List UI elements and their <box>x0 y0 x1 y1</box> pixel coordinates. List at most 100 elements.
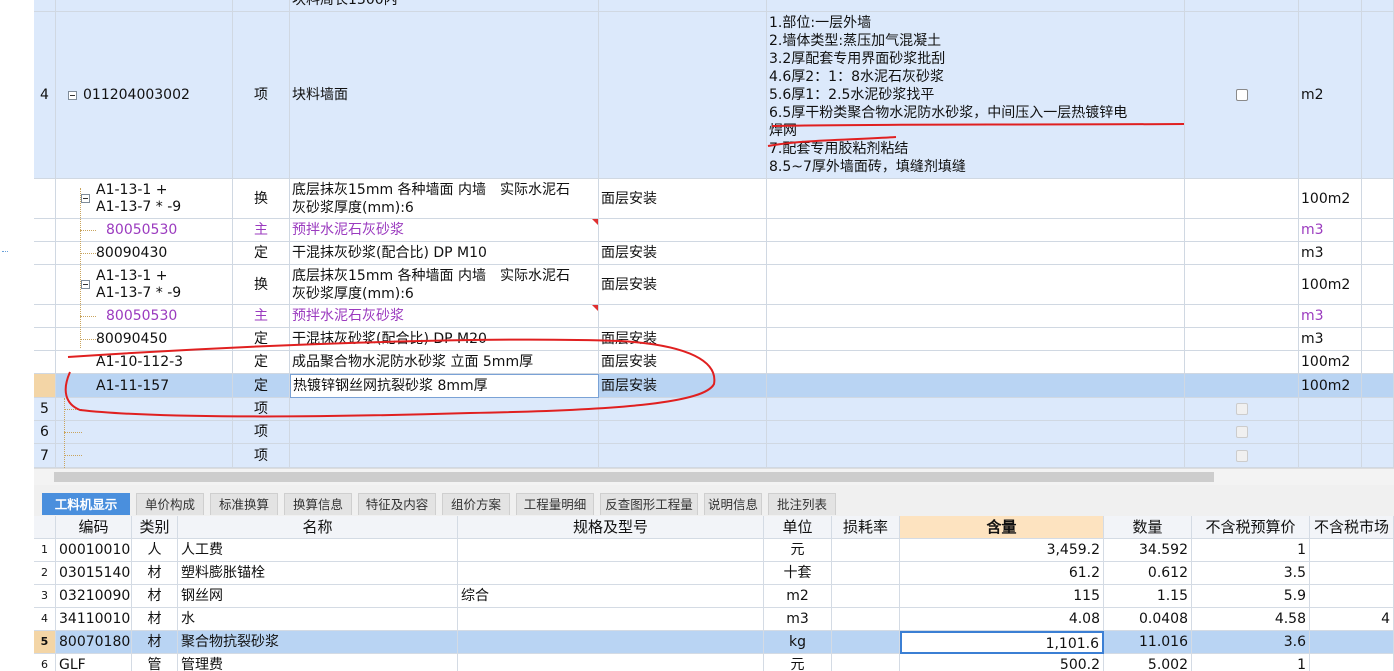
tab-2[interactable]: 单价构成 <box>136 493 204 515</box>
cell-unit[interactable]: kg <box>764 631 832 654</box>
cell-unit[interactable]: m2 <box>764 585 832 608</box>
tab-9[interactable]: 说明信息 <box>704 493 762 515</box>
cell-market-price[interactable] <box>1310 631 1394 654</box>
checkbox[interactable] <box>1235 89 1248 101</box>
cell-quantity[interactable]: 1.15 <box>1104 585 1192 608</box>
collapse-icon[interactable] <box>81 280 90 289</box>
table-row[interactable]: A1-13-1 + A1-13-7 * -9 换 底层抹灰15mm 各种墙面 内… <box>34 265 1394 305</box>
cell-code[interactable]: GLF <box>56 654 132 671</box>
tab-10[interactable]: 批注列表 <box>768 493 836 515</box>
cell-budget-price[interactable]: 5.9 <box>1192 585 1310 608</box>
item-spec[interactable]: 面层安装 <box>599 242 767 265</box>
cell-market-price[interactable] <box>1310 585 1394 608</box>
column-header-content[interactable]: 含量 <box>900 516 1104 539</box>
table-row[interactable]: A1-10-112-3 定 成品聚合物水泥防水砂浆 立面 5mm厚 面层安装 1… <box>34 351 1394 374</box>
quota-code[interactable]: A1-13-1 + <box>96 182 181 199</box>
cell-name[interactable]: 塑料膨胀锚栓 <box>178 562 458 585</box>
cell-unit[interactable]: m3 <box>764 608 832 631</box>
cell-content[interactable]: 500.2 <box>900 654 1104 671</box>
item-spec[interactable]: 面层安装 <box>599 374 767 398</box>
item-name-editor[interactable]: 热镀锌钢丝网抗裂砂浆 8mm厚 <box>290 374 599 398</box>
cell-loss-rate[interactable] <box>832 539 900 562</box>
collapse-icon[interactable] <box>81 194 90 203</box>
item-name[interactable]: 干混抹灰砂浆(配合比) DP M10 <box>290 242 599 265</box>
checkbox[interactable] <box>1235 426 1248 438</box>
scrollbar-thumb[interactable] <box>54 472 1214 482</box>
item-features[interactable]: 1.部位:一层外墙 2.墙体类型:蒸压加气混凝土 3.2厚配套专用界面砂浆批刮 4.6… <box>767 12 1185 179</box>
cell-category[interactable]: 人 <box>132 539 178 562</box>
item-spec[interactable]: 面层安装 <box>599 179 767 219</box>
cell-name[interactable]: 聚合物抗裂砂浆 <box>178 631 458 654</box>
cell-code[interactable]: 00010010 <box>56 539 132 562</box>
cell-loss-rate[interactable] <box>832 585 900 608</box>
cell-category[interactable]: 材 <box>132 608 178 631</box>
table-row[interactable]: 7 项 <box>34 444 1394 468</box>
checkbox[interactable] <box>1235 449 1248 462</box>
column-header-market-price[interactable]: 不含税市场 <box>1310 516 1394 539</box>
cell-quantity[interactable]: 0.0408 <box>1104 608 1192 631</box>
item-name[interactable]: 成品聚合物水泥防水砂浆 立面 5mm厚 <box>290 351 599 374</box>
cell-market-price[interactable] <box>1310 654 1394 671</box>
cell-content[interactable]: 61.2 <box>900 562 1104 585</box>
resource-row-selected[interactable]: 5 80070180 材聚合物抗裂砂浆 kg 1,101.6 11.016 3.6 <box>34 631 1394 654</box>
cell-market-price[interactable] <box>1310 539 1394 562</box>
cell-content[interactable]: 3,459.2 <box>900 539 1104 562</box>
table-row[interactable]: 块料周长1300内 <box>34 0 1394 12</box>
tab-3[interactable]: 标准换算 <box>210 493 278 515</box>
resource-row[interactable]: 3 03210090 材钢丝网 综合 m2 115 1.15 5.9 <box>34 585 1394 608</box>
cell-budget-price[interactable]: 1 <box>1192 654 1310 671</box>
cell-category[interactable]: 材 <box>132 562 178 585</box>
resource-row[interactable]: 2 03015140 材塑料膨胀锚栓 十套 61.2 0.612 3.5 <box>34 562 1394 585</box>
cell-spec[interactable] <box>458 608 764 631</box>
cell-name[interactable]: 钢丝网 <box>178 585 458 608</box>
column-header-quantity[interactable]: 数量 <box>1104 516 1192 539</box>
column-header-code[interactable]: 编码 <box>56 516 132 539</box>
cell-market-price[interactable]: 4 <box>1310 608 1394 631</box>
cell-loss-rate[interactable] <box>832 631 900 654</box>
cell-unit[interactable]: 元 <box>764 539 832 562</box>
bill-items-grid[interactable]: 块料周长1300内 4 011204003002 项 块料墙面 1.部位:一层外… <box>34 0 1394 468</box>
quota-code[interactable]: A1-10-112-3 <box>56 351 233 374</box>
cell-loss-rate[interactable] <box>832 562 900 585</box>
resource-row[interactable]: 4 34110010 材水 m3 4.08 0.0408 4.58 4 <box>34 608 1394 631</box>
cell-spec[interactable] <box>458 539 764 562</box>
cell-name[interactable]: 人工费 <box>178 539 458 562</box>
cell-category[interactable]: 材 <box>132 585 178 608</box>
column-header-category[interactable]: 类别 <box>132 516 178 539</box>
resource-row[interactable]: 6 GLF 管管理费 元 500.2 5.002 1 <box>34 654 1394 671</box>
cell-code[interactable]: 03015140 <box>56 562 132 585</box>
cell-content[interactable]: 1,101.6 <box>900 631 1104 654</box>
cell-name[interactable]: 管理费 <box>178 654 458 671</box>
cell-code[interactable]: 34110010 <box>56 608 132 631</box>
tab-6[interactable]: 组价方案 <box>442 493 510 515</box>
column-header-name[interactable]: 名称 <box>178 516 458 539</box>
item-spec[interactable]: 面层安装 <box>599 351 767 374</box>
item-name[interactable]: 块料墙面 <box>290 12 599 179</box>
table-row-selected[interactable]: A1-11-157 定 热镀锌钢丝网抗裂砂浆 8mm厚 面层安装 100m2 <box>34 374 1394 398</box>
cell-budget-price[interactable]: 3.6 <box>1192 631 1310 654</box>
item-spec[interactable]: 面层安装 <box>599 265 767 305</box>
cell-spec[interactable] <box>458 654 764 671</box>
column-header-loss-rate[interactable]: 损耗率 <box>832 516 900 539</box>
cell-code[interactable]: 80070180 <box>56 631 132 654</box>
cell-spec[interactable] <box>458 562 764 585</box>
cell-quantity[interactable]: 34.592 <box>1104 539 1192 562</box>
cell-budget-price[interactable]: 4.58 <box>1192 608 1310 631</box>
cell-spec[interactable] <box>458 631 764 654</box>
cell-category[interactable]: 材 <box>132 631 178 654</box>
cell-budget-price[interactable]: 1 <box>1192 539 1310 562</box>
cell-loss-rate[interactable] <box>832 608 900 631</box>
table-row[interactable]: 6 项 <box>34 421 1394 444</box>
row-selector[interactable] <box>34 374 56 398</box>
cell-budget-price[interactable]: 3.5 <box>1192 562 1310 585</box>
resource-row[interactable]: 1 00010010 人人工费元 3,459.2 34.592 1 <box>34 539 1394 562</box>
cell-category[interactable]: 管 <box>132 654 178 671</box>
table-row[interactable]: 80090430 定 干混抹灰砂浆(配合比) DP M10 面层安装 m3 <box>34 242 1394 265</box>
table-row[interactable]: 80050530 主 预拌水泥石灰砂浆 m3 <box>34 305 1394 328</box>
cell-spec[interactable]: 综合 <box>458 585 764 608</box>
quota-code[interactable]: A1-11-157 <box>56 374 233 398</box>
cell-name[interactable]: 水 <box>178 608 458 631</box>
item-code[interactable]: 011204003002 <box>83 86 190 104</box>
quota-code[interactable]: A1-13-1 + <box>96 268 181 285</box>
table-row[interactable]: A1-13-1 + A1-13-7 * -9 换 底层抹灰15mm 各种墙面 内… <box>34 179 1394 219</box>
